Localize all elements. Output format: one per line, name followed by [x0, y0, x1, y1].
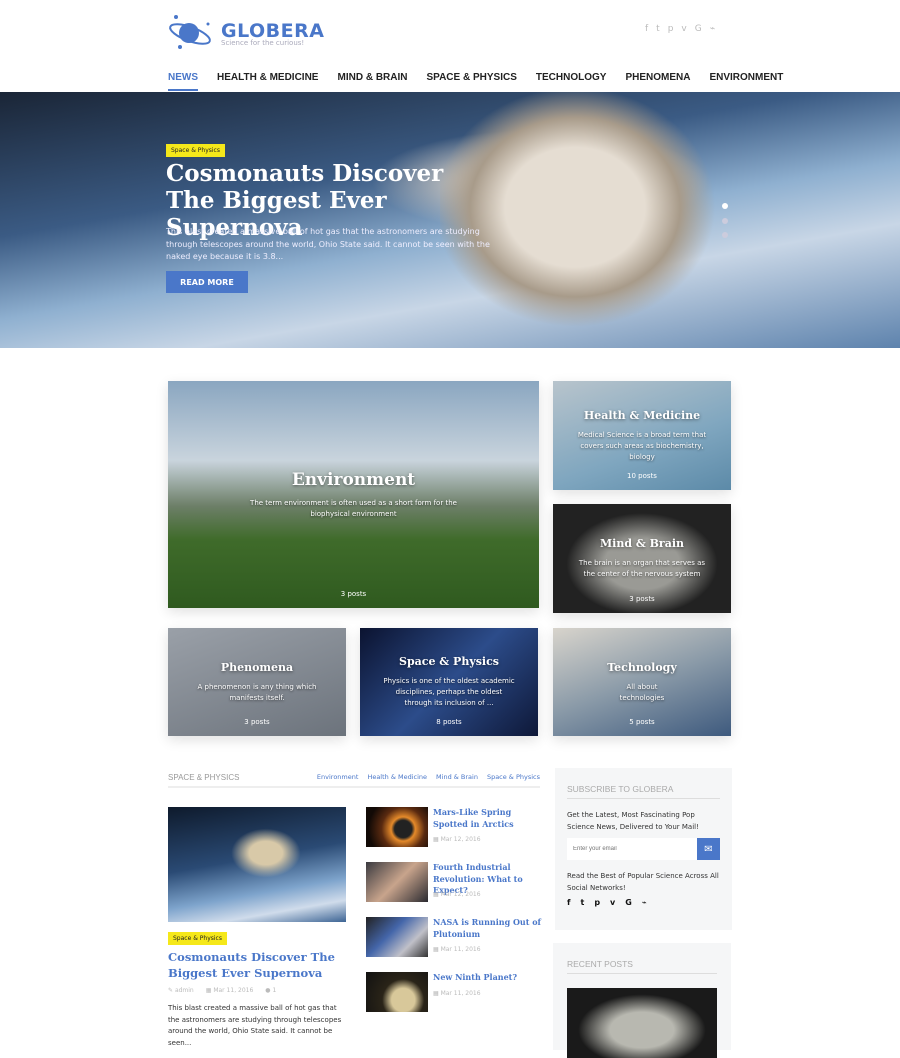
vimeo-icon[interactable]: v [681, 24, 686, 34]
google-icon[interactable]: G [695, 24, 702, 34]
main-post-image[interactable] [168, 807, 346, 922]
main-nav: NEWS HEALTH & MEDICINE MIND & BRAIN SPAC… [168, 72, 783, 91]
main-post-title[interactable]: Cosmonauts Discover The Biggest Ever Sup… [168, 949, 348, 981]
list-item-date: ▦ Mar 11, 2016 [433, 946, 481, 953]
subscribe-text: Get the Latest, Most Fascinating Pop Sci… [567, 811, 699, 831]
nav-news[interactable]: NEWS [168, 72, 198, 91]
list-item-date: ▦ Mar 11, 2016 [433, 990, 481, 997]
facebook-icon[interactable]: f [645, 24, 648, 34]
list-item-date: ▦ Mar 12, 2016 [433, 891, 481, 898]
list-item[interactable]: NASA is Running Out of Plutonium ▦ Mar 1… [366, 917, 543, 959]
filter-mind[interactable]: Mind & Brain [436, 773, 478, 782]
list-item[interactable]: Fourth Industrial Revolution: What to Ex… [366, 862, 540, 904]
tagline: Science for the curious! [221, 39, 305, 47]
list-item-image[interactable] [366, 972, 428, 1012]
main-post-tag[interactable]: Space & Physics [168, 932, 227, 945]
section-header: SPACE & PHYSICS Environment Health & Med… [168, 773, 540, 788]
nav-space[interactable]: SPACE & PHYSICS [426, 72, 516, 91]
nav-technology[interactable]: TECHNOLOGY [536, 72, 607, 91]
category-space[interactable]: Space & Physics Physics is one of the ol… [360, 628, 538, 736]
nav-environment[interactable]: ENVIRONMENT [709, 72, 783, 91]
list-item-date: ▦ Mar 12, 2016 [433, 836, 481, 843]
main-post-excerpt: This blast created a massive ball of hot… [168, 1004, 342, 1047]
logo-icon[interactable] [168, 14, 214, 50]
list-item-title[interactable]: New Ninth Planet? [433, 972, 543, 984]
hero-tag[interactable]: Space & Physics [166, 144, 225, 157]
facebook-icon[interactable]: f [567, 898, 570, 907]
category-health[interactable]: Health & Medicine Medical Science is a b… [553, 381, 731, 490]
twitter-icon[interactable]: t [580, 898, 584, 907]
google-icon[interactable]: G [625, 898, 632, 907]
filter-space[interactable]: Space & Physics [487, 773, 540, 782]
nav-health[interactable]: HEALTH & MEDICINE [217, 72, 318, 91]
date: ▦ Mar 11, 2016 [205, 987, 254, 994]
nav-phenomena[interactable]: PHENOMENA [625, 72, 690, 91]
twitter-icon[interactable]: t [656, 24, 660, 34]
subscribe-widget: SUBSCRIBE TO GLOBERA Get the Latest, Mos… [555, 768, 732, 930]
author[interactable]: ✎ admin [168, 987, 194, 994]
filter-health[interactable]: Health & Medicine [367, 773, 427, 782]
category-environment[interactable]: Environment The term environment is ofte… [168, 381, 539, 608]
recent-post-image[interactable] [567, 988, 717, 1058]
pinterest-icon[interactable]: p [594, 898, 600, 907]
category-technology[interactable]: Technology All about technologies 5 post… [553, 628, 731, 736]
list-item-image[interactable] [366, 807, 428, 847]
list-item-image[interactable] [366, 917, 428, 957]
section-title: SPACE & PHYSICS [168, 773, 240, 782]
nav-mind[interactable]: MIND & BRAIN [337, 72, 407, 91]
list-item[interactable]: Mars-Like Spring Spotted in Arctics ▦ Ma… [366, 807, 540, 849]
list-item-image[interactable] [366, 862, 428, 902]
main-post-meta: ✎ admin ▦ Mar 11, 2016 ● 1 [168, 987, 276, 994]
slide-dot-3[interactable] [722, 232, 728, 238]
category-mind[interactable]: Mind & Brain The brain is an organ that … [553, 504, 731, 613]
envelope-icon: ✉ [704, 843, 713, 855]
filter-environment[interactable]: Environment [317, 773, 359, 782]
subscribe-button[interactable]: ✉ [697, 838, 720, 860]
list-item[interactable]: New Ninth Planet? ▦ Mar 11, 2016 [366, 972, 540, 1014]
email-input[interactable] [567, 838, 697, 860]
pinterest-icon[interactable]: p [668, 24, 674, 34]
slide-dot-2[interactable] [722, 218, 728, 224]
list-item-title[interactable]: NASA is Running Out of Plutonium [433, 917, 543, 940]
recent-posts-widget: RECENT POSTS [553, 943, 731, 1058]
rss-icon[interactable]: ⌁ [642, 898, 647, 907]
header-social: f t p v G ⌁ [645, 24, 715, 34]
category-phenomena[interactable]: Phenomena A phenomenon is any thing whic… [168, 628, 346, 736]
rss-icon[interactable]: ⌁ [710, 24, 715, 34]
vimeo-icon[interactable]: v [610, 898, 615, 907]
list-item-title[interactable]: Mars-Like Spring Spotted in Arctics [433, 807, 543, 830]
recent-title: RECENT POSTS [567, 959, 717, 974]
comments[interactable]: ● 1 [265, 987, 276, 994]
slide-dot-1[interactable] [722, 203, 728, 209]
read-more-button[interactable]: READ MORE [166, 271, 248, 293]
social-text: Read the Best of Popular Science Across … [567, 872, 719, 892]
subscribe-title: SUBSCRIBE TO GLOBERA [567, 784, 720, 799]
hero-text: This blast created a massive ball of hot… [166, 227, 490, 261]
